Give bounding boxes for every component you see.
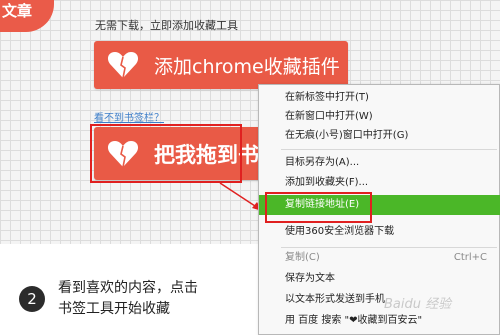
no-bookmark-bar-link[interactable]: 看不到书签栏？	[94, 109, 164, 124]
heart-icon	[106, 48, 140, 82]
menu-item-add-to-favorites[interactable]: 添加到收藏夹(F)...	[259, 173, 500, 193]
menu-item-open-new-tab[interactable]: 在新标签中打开(T)	[259, 88, 500, 108]
menu-item-save-as-text[interactable]: 保存为文本	[259, 269, 500, 289]
menu-item-open-incognito[interactable]: 在无痕(小号)窗口中打开(G)	[259, 126, 500, 146]
step-line-2: 书签工具开始收藏	[58, 301, 170, 317]
menu-separator	[281, 149, 497, 150]
add-chrome-plugin-label: 添加chrome收藏插件	[154, 55, 340, 78]
menu-item-baidu-search[interactable]: 用 百度 搜索 "❤收藏到百安云"	[259, 311, 500, 331]
add-chrome-plugin-button[interactable]: 添加chrome收藏插件	[94, 41, 348, 89]
step-instruction: 看到喜欢的内容，点击 书签工具开始收藏	[58, 278, 218, 320]
watermark: Baidu 经验	[384, 297, 452, 312]
menu-item-copy-shortcut: Ctrl+C	[453, 252, 487, 263]
menu-item-send-to-phone[interactable]: 以文本形式发送到手机	[259, 290, 500, 310]
menu-item-save-target-as[interactable]: 目标另存为(A)...	[259, 153, 500, 173]
menu-item-copy[interactable]: 复制(C) Ctrl+C	[259, 248, 500, 268]
step-line-1: 看到喜欢的内容，点击	[58, 280, 198, 296]
menu-item-open-new-window[interactable]: 在新窗口中打开(W)	[259, 107, 500, 127]
step-number-badge: 2	[19, 286, 45, 312]
menu-item-download-360[interactable]: 使用360安全浏览器下载	[259, 222, 500, 242]
drag-button-highlight	[90, 124, 242, 183]
menu-item-copy-label: 复制(C)	[285, 252, 320, 263]
intro-text: 无需下载，立即添加收藏工具	[95, 19, 238, 32]
copy-link-highlight	[265, 192, 372, 223]
